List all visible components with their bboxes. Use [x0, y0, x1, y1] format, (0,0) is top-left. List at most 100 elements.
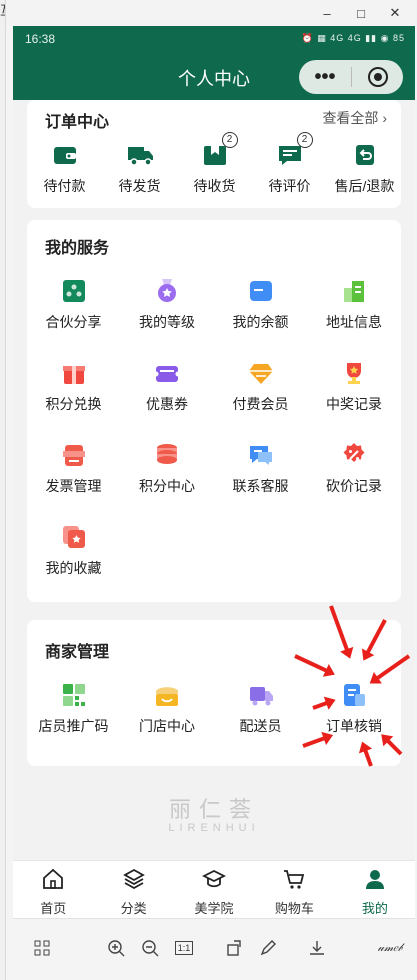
graduation-cap-icon — [202, 869, 227, 888]
service-item-label: 中奖记录 — [326, 396, 382, 412]
status-icons: ⏰ ▦ 4G 4G ▮▮ ◉ 85 — [301, 33, 405, 43]
service-item[interactable]: 积分兑换 — [27, 360, 120, 414]
service-item-label: 我的收藏 — [45, 560, 102, 576]
service-item-label: 积分兑换 — [45, 396, 102, 412]
merchant-item[interactable]: 配送员 — [214, 682, 307, 736]
tab-academy[interactable]: 美学院 — [174, 861, 254, 918]
merchant-item-label: 店员推广码 — [38, 718, 109, 734]
merchant-item-label: 门店中心 — [139, 718, 195, 734]
grid-icon — [34, 940, 50, 956]
layers-icon — [122, 868, 145, 890]
ratio-label: 1:1 — [174, 941, 194, 955]
badge-count: 2 — [221, 132, 238, 148]
brand-chinese: 丽仁荟 — [168, 797, 259, 822]
tab-label: 美学院 — [194, 901, 234, 916]
wallet-icon — [52, 142, 78, 168]
service-item[interactable]: 合伙分享 — [27, 278, 120, 332]
mini-program-screen: 16:38 ⏰ ▦ 4G 4G ▮▮ ◉ 85 个人中心 ••• 订单中心 查看… — [13, 26, 415, 980]
brand-logo: 丽仁荟 LIRENHUI — [13, 792, 415, 834]
service-item-label: 积分中心 — [139, 478, 195, 494]
order-status-label: 待收货 — [193, 178, 236, 194]
actual-size-button[interactable]: 1:1 — [173, 937, 195, 959]
merchant-item[interactable]: 店员推广码 — [27, 682, 120, 736]
service-item[interactable]: 我的余额 — [214, 278, 307, 332]
comment-icon: 2 — [277, 132, 313, 168]
minimize-button[interactable]: – — [310, 0, 344, 26]
service-item[interactable]: 我的等级 — [121, 278, 214, 332]
service-item-label: 发票管理 — [45, 478, 102, 494]
my-services-card: 我的服务 合伙分享 我的等级 我的余额 地址信息积分兑换 优惠券 付费会员 中奖记录发票管理… — [27, 220, 401, 602]
rotate-icon — [227, 940, 241, 956]
rotate-button[interactable] — [223, 937, 245, 959]
order-after-sales[interactable]: 售后/退款 — [327, 142, 402, 196]
bottom-tab-bar: 首页 分类 美学院 购物车 我的 — [13, 860, 415, 918]
capsule-menu: ••• — [299, 60, 403, 94]
service-item-label: 地址信息 — [326, 314, 382, 330]
medal-icon — [154, 278, 180, 304]
service-item[interactable]: 积分中心 — [121, 442, 214, 496]
service-item[interactable]: 优惠券 — [121, 360, 214, 414]
tab-label: 购物车 — [274, 901, 314, 916]
service-item[interactable]: 地址信息 — [308, 278, 401, 332]
cart-icon — [284, 870, 305, 889]
service-item-label: 付费会员 — [232, 396, 289, 412]
brand-english: LIRENHUI — [168, 822, 260, 834]
diamond-icon — [248, 360, 274, 386]
store-icon — [154, 682, 180, 708]
merchant-item-label: 配送员 — [239, 718, 282, 734]
close-window-button[interactable]: ✕ — [378, 0, 412, 26]
zoom-out-icon — [142, 940, 159, 957]
merchant-title: 商家管理 — [45, 644, 110, 661]
verify-icon — [341, 682, 367, 708]
merchant-item[interactable]: 订单核销 — [308, 682, 401, 736]
service-item-label: 联系客服 — [232, 478, 289, 494]
service-item-label: 砍价记录 — [326, 478, 382, 494]
delivery-icon — [248, 682, 274, 708]
more-button[interactable]: ••• — [299, 63, 351, 91]
tab-label: 首页 — [40, 901, 67, 916]
merchant-item[interactable]: 门店中心 — [121, 682, 214, 736]
target-icon — [367, 67, 388, 87]
order-center-title: 订单中心 — [45, 114, 110, 131]
download-button[interactable] — [306, 937, 328, 959]
order-pending-review[interactable]: 2 待评价 — [252, 132, 327, 196]
chat-icon — [248, 442, 274, 468]
grid-view-button[interactable] — [31, 937, 53, 959]
service-item[interactable]: 砍价记录 — [308, 442, 401, 496]
service-item-label: 合伙分享 — [45, 314, 102, 330]
edit-button[interactable] — [257, 937, 279, 959]
service-item-label: 优惠券 — [146, 396, 188, 412]
order-pending-receipt[interactable]: 2 待收货 — [177, 132, 252, 196]
tab-category[interactable]: 分类 — [93, 861, 173, 918]
zoom-in-button[interactable] — [105, 937, 127, 959]
service-item[interactable]: 联系客服 — [214, 442, 307, 496]
service-item[interactable]: 我的收藏 — [27, 524, 120, 578]
discount-icon — [341, 442, 367, 468]
user-icon — [365, 870, 384, 889]
badge-count: 2 — [296, 132, 313, 148]
tab-mine[interactable]: 我的 — [335, 861, 415, 918]
service-item[interactable]: 中奖记录 — [308, 360, 401, 414]
order-pending-shipment[interactable]: 待发货 — [102, 142, 177, 196]
tab-cart[interactable]: 购物车 — [254, 861, 334, 918]
card-icon — [248, 278, 274, 304]
maximize-button[interactable]: □ — [344, 0, 378, 26]
view-all-orders-link[interactable]: 查看全部 › — [322, 108, 387, 128]
chevron-right-icon: › — [382, 110, 387, 126]
service-item-label: 我的等级 — [139, 314, 195, 330]
tab-home[interactable]: 首页 — [13, 861, 93, 918]
services-title: 我的服务 — [45, 240, 110, 257]
mini-program-close-button[interactable] — [352, 67, 403, 87]
zoom-out-button[interactable] — [139, 937, 161, 959]
view-all-label: 查看全部 — [322, 110, 379, 126]
package-icon: 2 — [202, 132, 238, 168]
qrcode-icon — [61, 682, 87, 708]
service-item[interactable]: 发票管理 — [27, 442, 120, 496]
order-pending-payment[interactable]: 待付款 — [27, 142, 102, 196]
coupon-icon — [153, 360, 181, 386]
pencil-icon — [260, 940, 276, 956]
building-icon — [341, 278, 367, 304]
favorite-icon — [61, 524, 87, 550]
bottom-toolbar: 1:1 𝓊𝓂𝑒𝒷 — [13, 918, 415, 980]
service-item[interactable]: 付费会员 — [214, 360, 307, 414]
